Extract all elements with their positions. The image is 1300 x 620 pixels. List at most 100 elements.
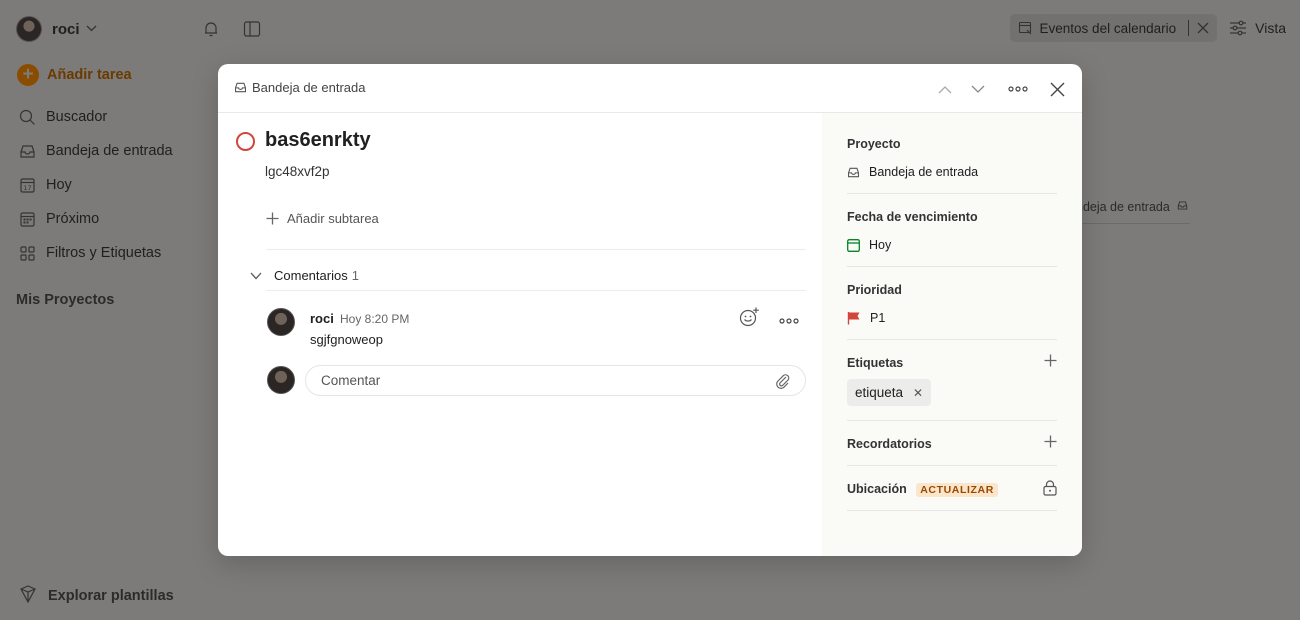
location-label: Ubicación — [847, 482, 907, 496]
comments-count: 1 — [351, 268, 359, 283]
attachment-icon[interactable] — [775, 373, 791, 392]
templates-label: Explorar plantillas — [48, 588, 174, 604]
user-name: roci — [52, 20, 80, 38]
template-icon — [18, 584, 38, 608]
search-icon — [18, 108, 36, 126]
chevron-down-icon — [250, 272, 262, 280]
close-icon — [1050, 82, 1065, 97]
comment-more-icon[interactable] — [779, 311, 799, 327]
sidebar-item-label: Filtros y Etiquetas — [46, 245, 162, 261]
project-value: Bandeja de entrada — [869, 165, 979, 179]
sidebar-item-upcoming[interactable]: Próximo — [18, 202, 173, 236]
more-options-button[interactable] — [1005, 76, 1031, 102]
avatar — [16, 16, 42, 42]
sidebar-item-label: Hoy — [46, 177, 72, 193]
label-chip[interactable]: etiqueta ✕ — [847, 379, 932, 406]
project-label: Proyecto — [847, 137, 901, 151]
add-reaction-icon[interactable] — [739, 306, 761, 331]
upgrade-badge[interactable]: ACTUALIZAR — [916, 482, 998, 497]
more-icon — [1008, 86, 1028, 92]
remove-label-icon[interactable]: ✕ — [913, 386, 923, 400]
breadcrumb-label: Bandeja de entrada — [252, 80, 366, 95]
view-label: Vista — [1255, 20, 1286, 36]
comment-input[interactable]: Comentar — [305, 365, 806, 396]
my-projects-heading[interactable]: Mis Proyectos — [16, 292, 114, 308]
sidebar-item-label: Buscador — [46, 109, 108, 125]
sidebar: roci + Añadir tarea Buscador Bandeja de … — [0, 0, 261, 620]
priority-value: P1 — [870, 311, 886, 325]
sidebar-item-label: Bandeja de entrada — [46, 143, 173, 159]
next-task-button[interactable] — [965, 76, 991, 102]
location-label-row: Ubicación ACTUALIZAR — [847, 482, 1057, 497]
chevron-down-icon — [86, 23, 97, 35]
lock-icon[interactable] — [1043, 480, 1057, 499]
close-icon[interactable] — [1197, 22, 1209, 34]
avatar — [267, 366, 295, 394]
priority-label: Prioridad — [847, 283, 902, 297]
add-subtask-button[interactable]: Añadir subtarea — [266, 211, 379, 226]
sidebar-item-inbox[interactable]: Bandeja de entrada — [18, 134, 173, 168]
location-field: Ubicación ACTUALIZAR — [847, 480, 1057, 511]
labels-label: Etiquetas — [847, 356, 904, 370]
add-reminder-icon[interactable] — [1044, 435, 1057, 451]
comment-composer: Comentar — [267, 365, 807, 396]
divider — [266, 290, 806, 291]
calendar-events-label: Eventos del calendario — [1039, 20, 1177, 36]
plus-icon — [266, 212, 279, 225]
task-description[interactable]: lgc48xvf2p — [265, 164, 330, 179]
inbox-icon — [234, 81, 247, 94]
svg-text:17: 17 — [23, 184, 31, 192]
sidebar-item-search[interactable]: Buscador — [18, 100, 173, 134]
inbox-icon — [1177, 200, 1188, 214]
comments-label: Comentarios — [274, 268, 348, 283]
avatar — [267, 308, 295, 336]
breadcrumb[interactable]: Bandeja de entrada — [234, 80, 365, 95]
bell-icon[interactable] — [202, 20, 220, 38]
reminders-field: Recordatorios — [847, 435, 1057, 466]
modal-header: Bandeja de entrada — [218, 64, 1082, 113]
priority-field[interactable]: Prioridad P1 — [847, 283, 1057, 340]
due-date-label: Fecha de vencimiento — [847, 210, 978, 224]
user-menu[interactable]: roci — [16, 16, 97, 42]
sliders-icon — [1229, 20, 1247, 36]
calendar-grid-icon — [18, 210, 36, 228]
background-project-label: ndeja de entrada — [1076, 200, 1170, 214]
task-details-panel: Proyecto Bandeja de entrada Fecha de ven… — [822, 113, 1082, 556]
project-field[interactable]: Proyecto Bandeja de entrada — [847, 137, 1057, 194]
due-date-value: Hoy — [869, 238, 892, 252]
task-main-column: bas6enrkty lgc48xvf2p Añadir subtarea Co… — [218, 113, 822, 556]
chevron-up-icon — [938, 85, 952, 94]
calendar-events-chip[interactable]: Eventos del calendario — [1009, 14, 1218, 42]
close-modal-button[interactable] — [1044, 76, 1070, 102]
task-complete-checkbox[interactable] — [236, 132, 255, 151]
add-subtask-label: Añadir subtarea — [287, 211, 379, 226]
grid-icon — [18, 244, 36, 262]
flag-icon — [847, 311, 861, 325]
sidebar-toggle-icon[interactable] — [243, 20, 261, 38]
sidebar-item-today[interactable]: 17 Hoy — [18, 168, 173, 202]
view-button[interactable]: Vista — [1229, 20, 1286, 36]
reminders-label: Recordatorios — [847, 437, 932, 451]
add-label-icon[interactable] — [1044, 354, 1057, 370]
comments-toggle[interactable]: Comentarios 1 — [250, 268, 359, 283]
labels-field: Etiquetas etiqueta ✕ — [847, 354, 1057, 421]
sidebar-item-label: Próximo — [46, 211, 100, 227]
task-title[interactable]: bas6enrkty — [265, 129, 371, 152]
topbar-actions: Eventos del calendario Vista — [1009, 14, 1286, 42]
calendar-today-icon: 17 — [18, 176, 36, 194]
plus-icon: + — [17, 64, 39, 86]
chevron-down-icon — [971, 85, 985, 94]
explore-templates-link[interactable]: Explorar plantillas — [18, 584, 174, 608]
add-task-button[interactable]: + Añadir tarea — [17, 64, 132, 86]
calendar-sync-icon — [1018, 21, 1033, 36]
calendar-icon — [847, 238, 860, 252]
due-date-field[interactable]: Fecha de vencimiento Hoy — [847, 210, 1057, 267]
comment-timestamp: Hoy 8:20 PM — [340, 312, 410, 326]
previous-task-button[interactable] — [932, 76, 958, 102]
sidebar-item-filters-labels[interactable]: Filtros y Etiquetas — [18, 236, 173, 270]
divider — [266, 249, 806, 250]
label-chip-text: etiqueta — [855, 385, 904, 400]
add-task-label: Añadir tarea — [47, 67, 132, 83]
comment-text: sgjfgnoweop — [310, 332, 383, 347]
comment-item: roci Hoy 8:20 PM sgjfgnoweop — [267, 306, 807, 352]
